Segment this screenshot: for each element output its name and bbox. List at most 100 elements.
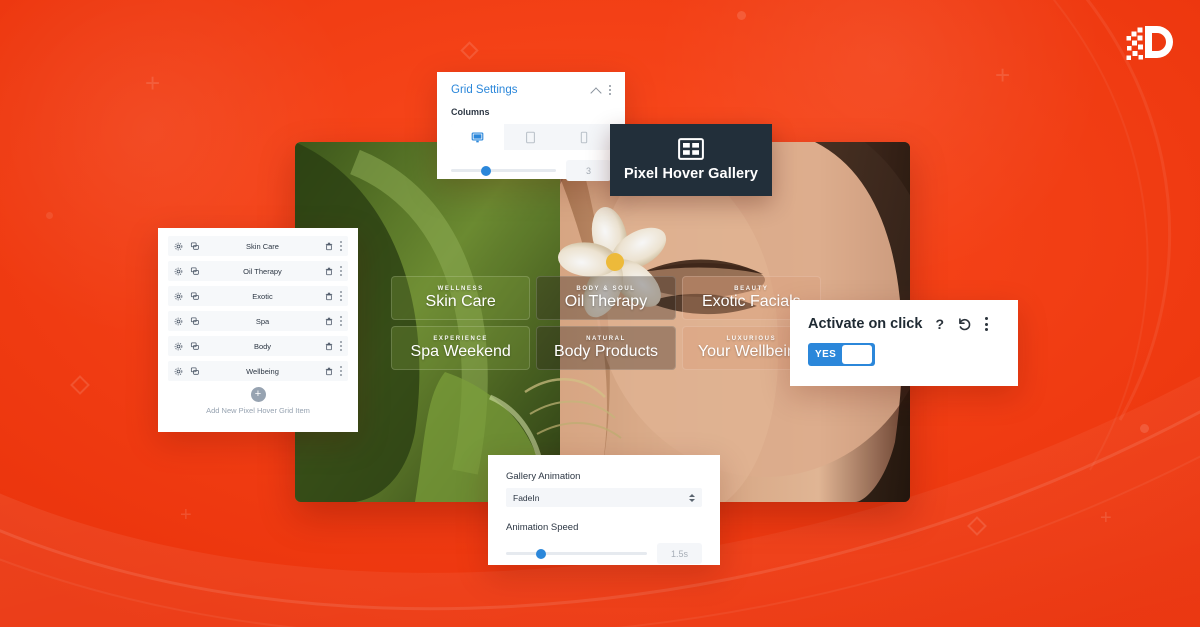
desktop-tab[interactable]	[451, 124, 505, 150]
row-left-icons	[174, 291, 200, 301]
tile-title: Body Products	[553, 342, 659, 360]
animation-settings-panel: Gallery Animation FadeIn Animation Speed…	[488, 455, 720, 565]
animation-speed-value[interactable]: 1.5s	[657, 543, 702, 564]
tile-eyebrow: WELLNESS	[437, 285, 484, 292]
row-right-icons	[325, 291, 342, 301]
animation-speed-label: Animation Speed	[506, 522, 579, 533]
toggle-thumb[interactable]	[842, 345, 872, 364]
columns-label: Columns	[451, 107, 490, 117]
activate-on-click-toggle[interactable]: YES	[808, 343, 875, 366]
list-item[interactable]: Spa	[168, 311, 348, 331]
tile-eyebrow: NATURAL	[586, 335, 626, 342]
trash-icon[interactable]	[325, 267, 333, 276]
kebab-menu-icon[interactable]	[609, 85, 611, 95]
gallery-tile[interactable]: NATURAL Body Products	[536, 326, 676, 370]
kebab-menu-icon[interactable]	[340, 341, 342, 351]
trash-icon[interactable]	[325, 242, 333, 251]
diamond-deco-3	[967, 516, 987, 536]
row-left-icons	[174, 316, 200, 326]
module-tooltip-label: Pixel Hover Gallery	[623, 166, 759, 182]
list-item-label: Spa	[255, 316, 270, 326]
list-item[interactable]: Skin Care	[168, 236, 348, 256]
gear-icon[interactable]	[174, 267, 183, 276]
duplicate-icon[interactable]	[190, 366, 200, 376]
grid-settings-panel: Grid Settings Columns 3	[437, 72, 625, 181]
duplicate-icon[interactable]	[190, 291, 200, 301]
columns-slider-knob[interactable]	[480, 165, 491, 176]
grid-gallery-icon	[678, 138, 704, 160]
row-right-icons	[325, 341, 342, 351]
kebab-menu-icon[interactable]	[340, 241, 342, 251]
gallery-animation-select[interactable]: FadeIn	[506, 488, 702, 507]
phone-icon	[581, 131, 588, 143]
desktop-icon	[471, 131, 484, 142]
duplicate-icon[interactable]	[190, 316, 200, 326]
gear-icon[interactable]	[174, 242, 183, 251]
gallery-tile[interactable]: WELLNESS Skin Care	[391, 276, 531, 320]
list-item-label: Body	[253, 341, 272, 351]
kebab-menu-icon[interactable]	[340, 291, 342, 301]
gear-icon[interactable]	[174, 342, 183, 351]
divi-pixel-logo	[1125, 22, 1177, 66]
question-mark-icon[interactable]: ?	[935, 317, 944, 331]
gear-icon[interactable]	[174, 367, 183, 376]
list-item-label: Skin Care	[246, 241, 279, 251]
tile-eyebrow: BODY & SOUL	[576, 285, 636, 292]
kebab-menu-icon[interactable]	[340, 316, 342, 326]
columns-slider-row: 3	[451, 160, 611, 181]
plus-circle-icon[interactable]: +	[250, 387, 266, 402]
grid-settings-title: Grid Settings	[451, 84, 518, 96]
row-left-icons	[174, 341, 200, 351]
list-item[interactable]: Wellbeing	[168, 361, 348, 381]
grid-items-panel: Skin Care Oil Therapy Exotic Spa Body We…	[158, 228, 358, 432]
kebab-menu-icon[interactable]	[340, 266, 342, 276]
trash-icon[interactable]	[325, 367, 333, 376]
duplicate-icon[interactable]	[190, 266, 200, 276]
grid-settings-header: Grid Settings	[451, 84, 611, 96]
kebab-menu-icon[interactable]	[340, 366, 342, 376]
list-item[interactable]: Body	[168, 336, 348, 356]
list-item-label: Exotic	[252, 291, 273, 301]
tile-title: Skin Care	[425, 292, 496, 310]
tile-title: Spa Weekend	[410, 342, 511, 360]
columns-value[interactable]: 3	[566, 160, 611, 181]
row-left-icons	[174, 241, 200, 251]
list-item[interactable]: Exotic	[168, 286, 348, 306]
trash-icon[interactable]	[325, 342, 333, 351]
trash-icon[interactable]	[325, 317, 333, 326]
chevron-up-icon[interactable]	[592, 86, 601, 95]
gallery-tile[interactable]: EXPERIENCE Spa Weekend	[391, 326, 531, 370]
list-item-label: Oil Therapy	[243, 266, 282, 276]
gallery-animation-value: FadeIn	[513, 492, 540, 503]
duplicate-icon[interactable]	[190, 241, 200, 251]
duplicate-icon[interactable]	[190, 341, 200, 351]
list-item[interactable]: Oil Therapy	[168, 261, 348, 281]
plus-deco-2: +	[995, 60, 1011, 90]
columns-slider[interactable]	[451, 165, 556, 176]
tile-title: Oil Therapy	[564, 292, 648, 310]
grid-settings-header-icons	[592, 85, 611, 95]
add-new-item[interactable]: + Add New Pixel Hover Grid Item	[168, 387, 348, 415]
trash-icon[interactable]	[325, 292, 333, 301]
toggle-value-label: YES	[815, 349, 837, 360]
row-right-icons	[325, 266, 342, 276]
phone-tab[interactable]	[557, 124, 611, 150]
gallery-tile[interactable]: BODY & SOUL Oil Therapy	[536, 276, 676, 320]
tablet-tab[interactable]	[504, 124, 558, 150]
gear-icon[interactable]	[174, 317, 183, 326]
tile-eyebrow: BEAUTY	[734, 285, 769, 292]
row-left-icons	[174, 366, 200, 376]
undo-reset-icon[interactable]	[957, 317, 972, 332]
animation-speed-slider[interactable]	[506, 548, 647, 559]
row-left-icons	[174, 266, 200, 276]
page-canvas: + + + + WELLNESS Skin Care BODY & SOUL O…	[0, 0, 1200, 627]
select-arrows-icon	[689, 493, 695, 502]
dot-deco-1	[737, 11, 746, 20]
gear-icon[interactable]	[174, 292, 183, 301]
tile-eyebrow: EXPERIENCE	[433, 335, 488, 342]
animation-speed-knob[interactable]	[536, 548, 547, 559]
kebab-menu-icon[interactable]	[985, 316, 988, 332]
gallery-tile-grid: WELLNESS Skin Care BODY & SOUL Oil Thera…	[391, 276, 821, 370]
diamond-deco-2	[70, 375, 90, 395]
activate-on-click-panel: Activate on click ? YES	[790, 300, 1018, 386]
